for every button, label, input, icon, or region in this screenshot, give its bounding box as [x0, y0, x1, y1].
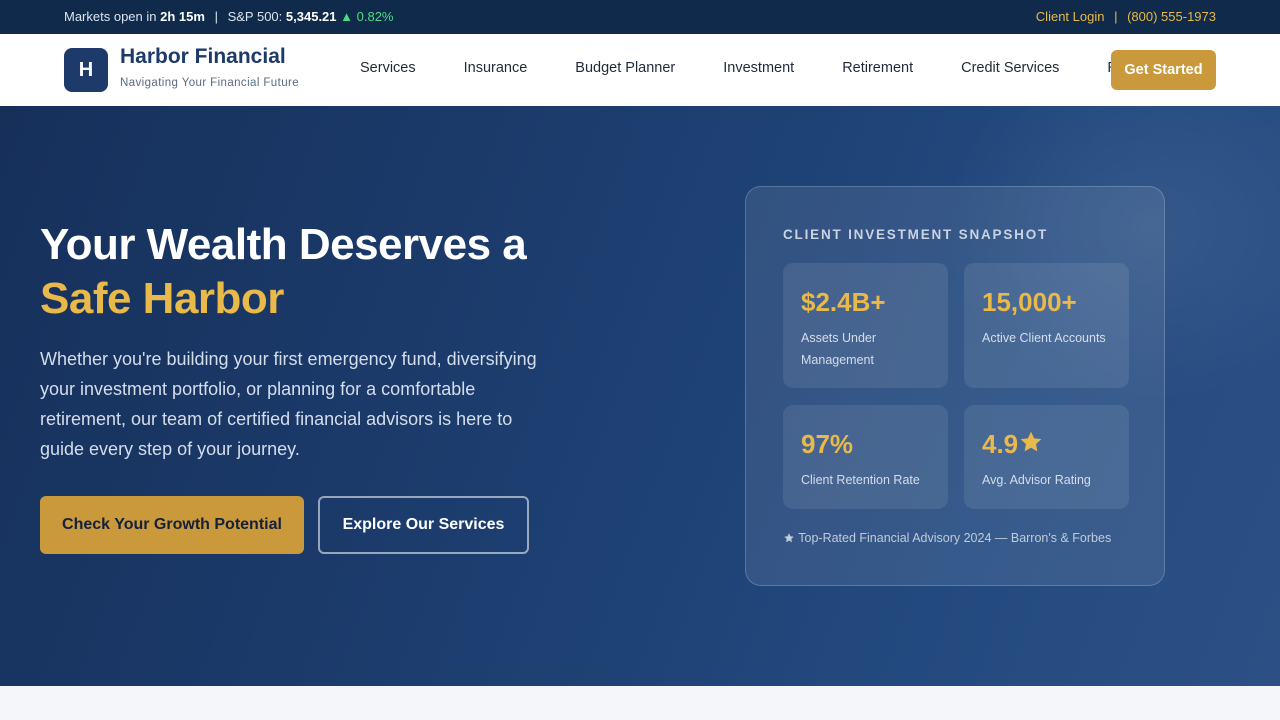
divider: | [214, 9, 218, 24]
brand-tagline: Navigating Your Financial Future [120, 77, 300, 89]
stat-label: Avg. Advisor Rating [982, 473, 1091, 487]
stat-card-rating: 4.9 Avg. Advisor Rating [964, 405, 1129, 509]
stat-card-retention: 97% Client Retention Rate [783, 405, 948, 509]
stat-label: Client Retention Rate [801, 473, 920, 487]
hero-title-accent: Safe Harbor [40, 274, 284, 323]
index-value: 5,345.21 [285, 9, 337, 24]
nav-item-retirement[interactable]: Retirement [826, 60, 913, 76]
market-ticker-bar: Markets open in 2h 15m | S&P 500: 5,345.… [0, 0, 1280, 34]
stat-value: $2.4B+ [801, 287, 886, 317]
explore-services-button[interactable]: Explore Our Services [318, 496, 529, 554]
index-change: ▲ 0.82% [340, 9, 394, 24]
hero-title-line1: Your Wealth Deserves a [40, 220, 527, 269]
hero-lead: Whether you're building your first emerg… [40, 349, 537, 459]
stat-label: Active Client Accounts [982, 331, 1106, 345]
nav-item-services[interactable]: Services [344, 60, 416, 76]
snapshot-title: CLIENT INVESTMENT SNAPSHOT [783, 227, 1049, 242]
stat-value-wrap: 4.9 [982, 429, 1044, 460]
divider: | [1114, 9, 1118, 24]
site-header: H Harbor Financial Navigating Your Finan… [0, 34, 1280, 106]
brand-name[interactable]: Harbor Financial [120, 45, 286, 69]
stat-value: 4.9 [982, 429, 1019, 459]
topbar-links: Client Login | (800) 555-1973 [1036, 9, 1216, 24]
next-section-band [0, 686, 1280, 720]
stat-value: 97% [801, 429, 854, 459]
stat-value: 15,000+ [982, 287, 1077, 317]
market-status: Markets open in 2h 15m | S&P 500: 5,345.… [64, 9, 393, 24]
stat-card-accounts: 15,000+ Active Client Accounts [964, 263, 1129, 388]
growth-potential-button[interactable]: Check Your Growth Potential [40, 496, 304, 554]
nav-item-budget-planner[interactable]: Budget Planner [559, 60, 675, 76]
market-countdown: 2h 15m [160, 9, 205, 24]
main-nav: Services Insurance Budget Planner Invest… [344, 60, 1209, 76]
investment-snapshot-card: CLIENT INVESTMENT SNAPSHOT $2.4B+ Assets… [745, 186, 1165, 586]
logo-icon[interactable]: H [64, 48, 108, 92]
market-status-prefix: Markets open in [64, 9, 157, 24]
stat-card-assets: $2.4B+ Assets Under Management [783, 263, 948, 388]
nav-item-credit-services[interactable]: Credit Services [945, 60, 1059, 76]
hero-title: Your Wealth Deserves a Safe Harbor [40, 218, 527, 326]
phone-link[interactable]: (800) 555-1973 [1127, 9, 1216, 24]
nav-item-investment[interactable]: Investment [707, 60, 794, 76]
nav-item-insurance[interactable]: Insurance [448, 60, 528, 76]
hero-section: Your Wealth Deserves a Safe Harbor Wheth… [0, 106, 1280, 686]
award-star-icon [784, 533, 794, 543]
award-note-text: Top-Rated Financial Advisory 2024 — Barr… [798, 531, 1112, 545]
index-label: S&P 500: [227, 9, 283, 24]
client-login-link[interactable]: Client Login [1036, 9, 1105, 24]
get-started-button[interactable]: Get Started [1111, 50, 1216, 90]
award-note: Top-Rated Financial Advisory 2024 — Barr… [783, 531, 1111, 545]
stat-label: Assets Under Management [801, 331, 877, 367]
star-icon [1020, 431, 1042, 452]
